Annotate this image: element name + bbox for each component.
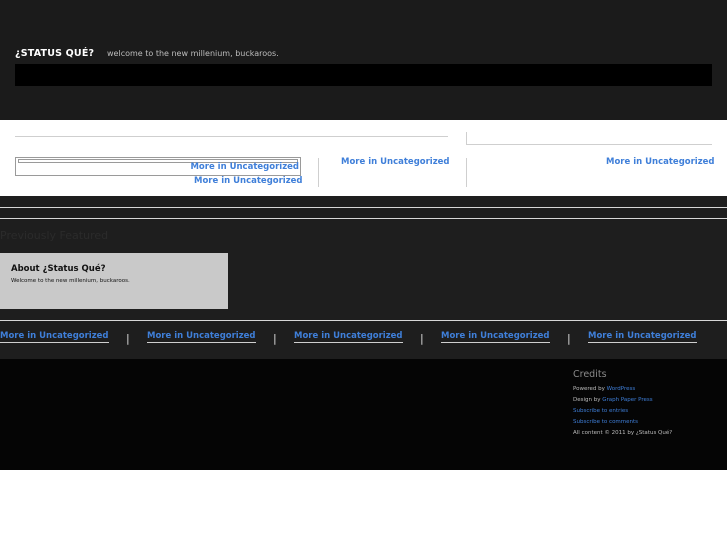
previously-featured-section: Previously Featured About ¿Status Qué? W… — [0, 196, 727, 359]
copyright-text: All content © 2011 by ¿Status Qué? — [573, 430, 673, 436]
subscribe-entries-line: Subscribe to entries — [573, 408, 628, 414]
about-text: Welcome to the new millenium, buckaroos. — [11, 278, 130, 284]
more-in-uncategorized-link[interactable]: More in Uncategorized — [294, 331, 403, 343]
divider — [0, 218, 727, 219]
subscribe-comments-line: Subscribe to comments — [573, 419, 638, 425]
previously-featured-title: Previously Featured — [0, 229, 109, 242]
featured-section: More in Uncategorized More in Uncategori… — [0, 120, 727, 196]
more-in-uncategorized-link[interactable]: More in Uncategorized — [606, 157, 715, 167]
divider — [466, 158, 467, 187]
credits-heading: Credits — [573, 369, 607, 380]
wordpress-link[interactable]: WordPress — [607, 386, 636, 392]
powered-by-label: Powered by — [573, 386, 605, 392]
subscribe-entries-link[interactable]: Subscribe to entries — [573, 408, 628, 414]
divider — [15, 136, 448, 137]
more-in-uncategorized-link[interactable]: More in Uncategorized — [190, 162, 299, 172]
more-in-uncategorized-link[interactable]: More in Uncategorized — [0, 331, 109, 343]
design-by-line: Design by Graph Paper Press — [573, 397, 653, 403]
graph-paper-press-link[interactable]: Graph Paper Press — [602, 397, 652, 403]
separator: | — [273, 332, 277, 345]
navigation-bar — [15, 64, 712, 86]
more-in-uncategorized-link[interactable]: More in Uncategorized — [441, 331, 550, 343]
subscribe-comments-link[interactable]: Subscribe to comments — [573, 419, 638, 425]
divider — [0, 320, 727, 321]
divider — [466, 144, 712, 145]
more-in-uncategorized-link[interactable]: More in Uncategorized — [147, 331, 256, 343]
separator: | — [567, 332, 571, 345]
featured-post-box: More in Uncategorized — [15, 157, 301, 176]
site-title[interactable]: ¿STATUS QUÉ? — [15, 48, 94, 59]
about-box: About ¿Status Qué? Welcome to the new mi… — [0, 253, 228, 309]
divider — [318, 158, 319, 187]
about-title-link[interactable]: About ¿Status Qué? — [11, 264, 106, 274]
divider — [0, 207, 727, 208]
separator: | — [126, 332, 130, 345]
more-in-uncategorized-link[interactable]: More in Uncategorized — [194, 176, 303, 186]
separator: | — [420, 332, 424, 345]
site-description: welcome to the new millenium, buckaroos. — [107, 49, 279, 58]
powered-by-line: Powered by WordPress — [573, 386, 635, 392]
design-by-label: Design by — [573, 397, 601, 403]
site-header: ¿STATUS QUÉ? welcome to the new milleniu… — [0, 0, 727, 120]
more-in-uncategorized-link[interactable]: More in Uncategorized — [341, 157, 450, 167]
more-in-uncategorized-link[interactable]: More in Uncategorized — [588, 331, 697, 343]
site-footer: Credits Powered by WordPress Design by G… — [0, 359, 727, 470]
